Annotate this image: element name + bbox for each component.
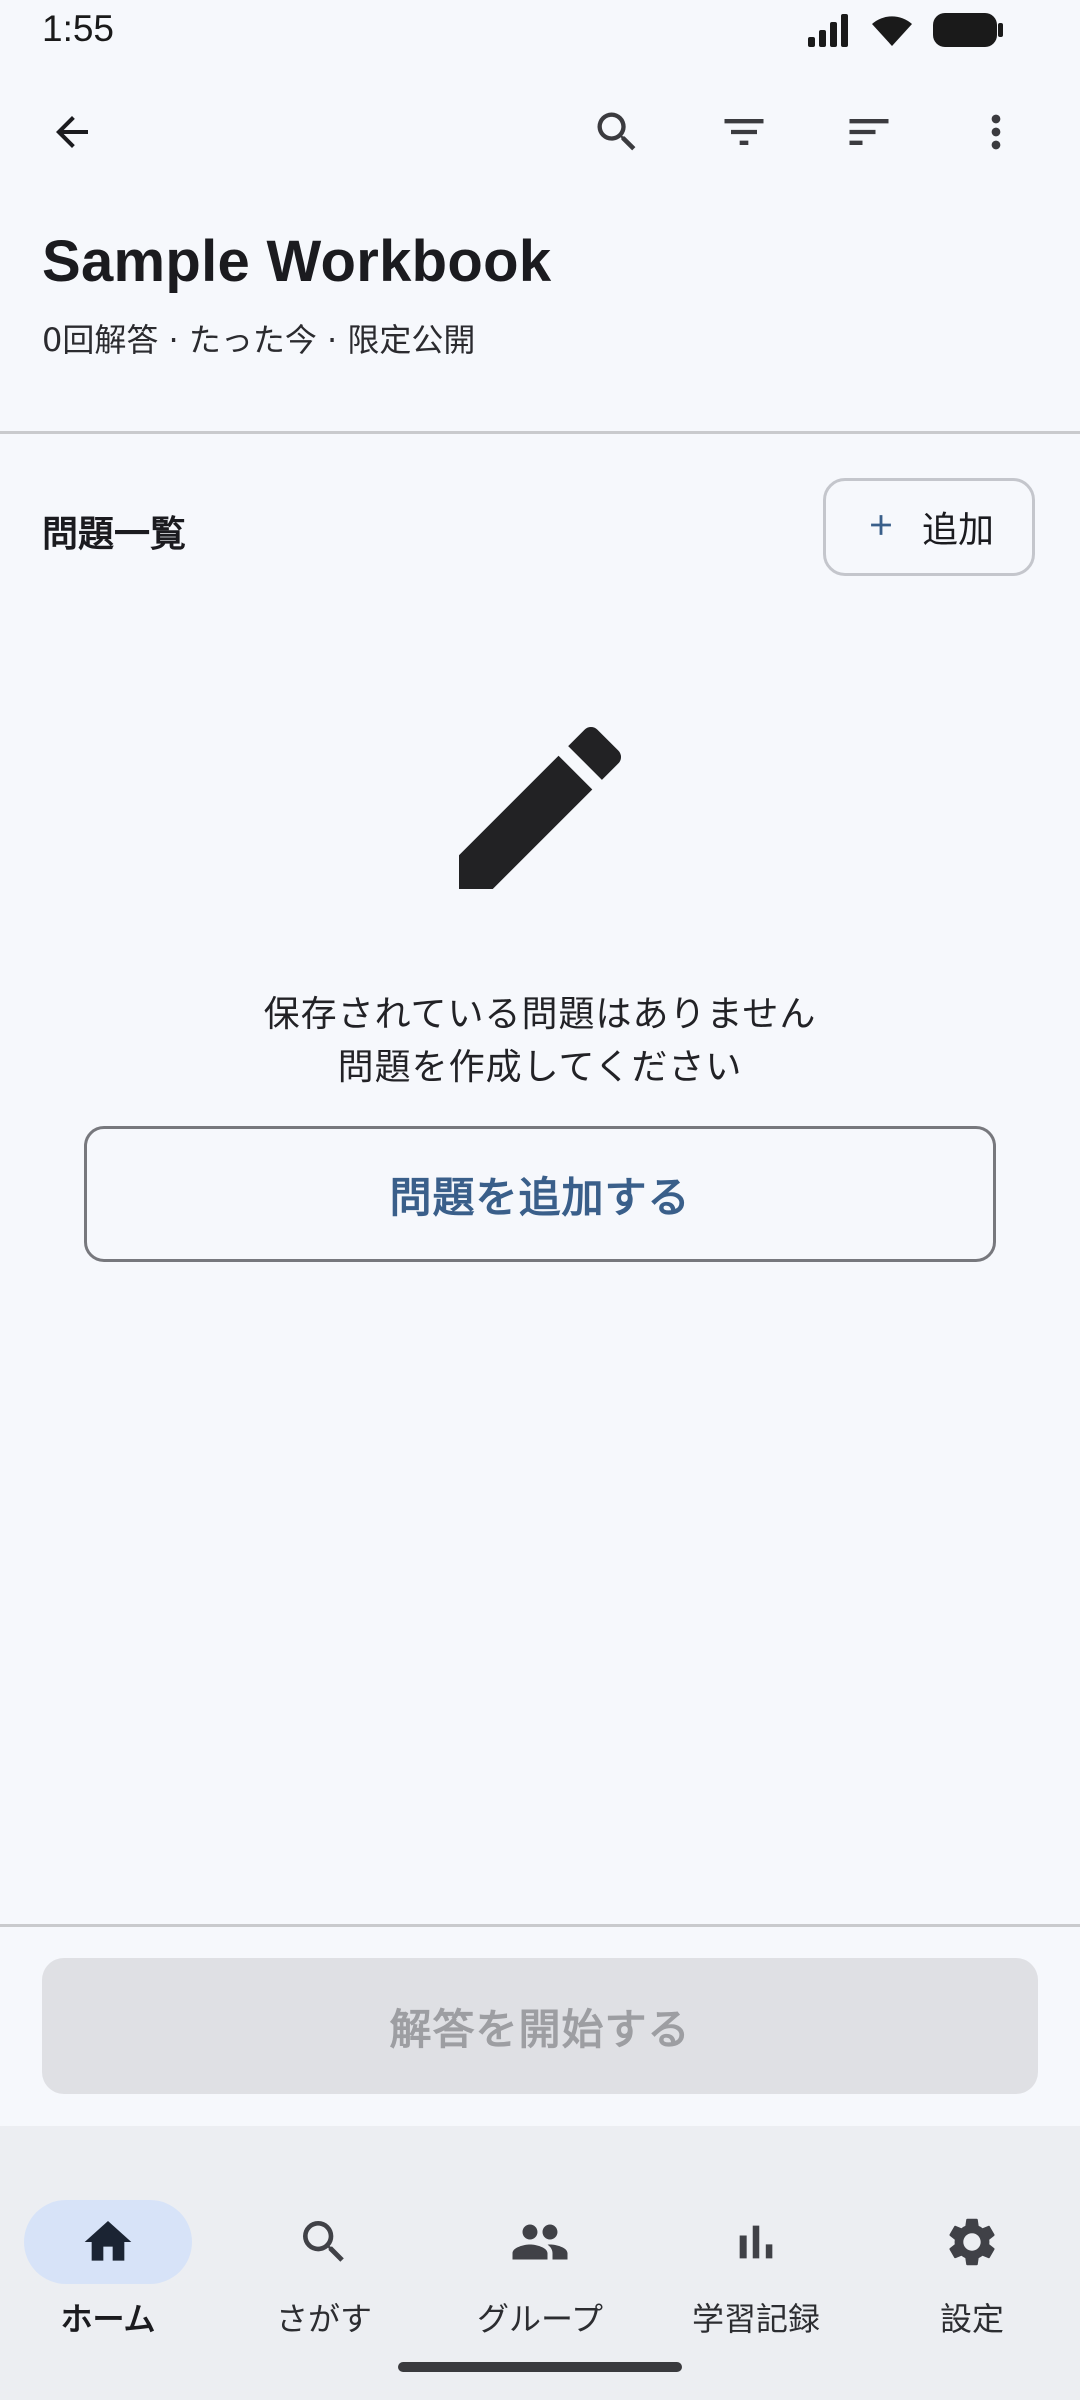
search-icon [290, 2216, 358, 2268]
add-question-chip[interactable]: 追加 [823, 478, 1035, 576]
nav-item-history[interactable]: 学習記録 [648, 2164, 864, 2338]
search-icon[interactable] [575, 90, 659, 174]
filter-icon[interactable] [702, 90, 786, 174]
start-answering-button[interactable]: 解答を開始する [42, 1958, 1038, 2094]
more-vert-icon[interactable] [954, 90, 1038, 174]
page-title: Sample Workbook [42, 229, 552, 294]
nav-item-settings[interactable]: 設定 [864, 2164, 1080, 2338]
signal-icon [806, 13, 852, 51]
home-icon [74, 2216, 142, 2268]
status-time: 1:55 [42, 8, 115, 49]
add-chip-label: 追加 [921, 510, 994, 551]
sort-icon[interactable] [827, 90, 911, 174]
nav-item-group[interactable]: グループ [432, 2164, 648, 2338]
bar-chart-icon [722, 2216, 790, 2268]
status-icons [806, 12, 1004, 52]
nav-label: 学習記録 [691, 2300, 820, 2338]
empty-message-line2: 問題を作成してください [337, 1047, 743, 1088]
nav-label: ホーム [60, 2300, 156, 2338]
settings-icon [938, 2216, 1006, 2268]
pencil-icon [432, 700, 648, 916]
status-bar: 1:55 [0, 0, 1080, 64]
section-title: 問題一覧 [42, 514, 187, 555]
group-icon [506, 2216, 574, 2268]
bottom-navigation: ホーム さがす グループ 学習記録 設定 [0, 2126, 1080, 2400]
wifi-icon [870, 13, 914, 51]
empty-message-line1: 保存されている問題はありません [263, 994, 817, 1035]
nav-item-search[interactable]: さがす [216, 2164, 432, 2338]
header-divider [0, 431, 1080, 434]
footer-divider [0, 1924, 1080, 1927]
add-question-button[interactable]: 問題を追加する [84, 1126, 996, 1262]
app-bar [0, 90, 1080, 180]
plus-icon [864, 508, 898, 546]
back-arrow-icon[interactable] [30, 90, 114, 174]
battery-icon [932, 12, 1004, 52]
workbook-meta: 0回解答 · たった今 · 限定公開 [42, 321, 476, 359]
gesture-handle [398, 2362, 682, 2372]
nav-label: さがす [275, 2300, 372, 2338]
nav-label: 設定 [939, 2300, 1004, 2338]
nav-label: グループ [476, 2300, 604, 2338]
nav-item-home[interactable]: ホーム [0, 2164, 216, 2338]
